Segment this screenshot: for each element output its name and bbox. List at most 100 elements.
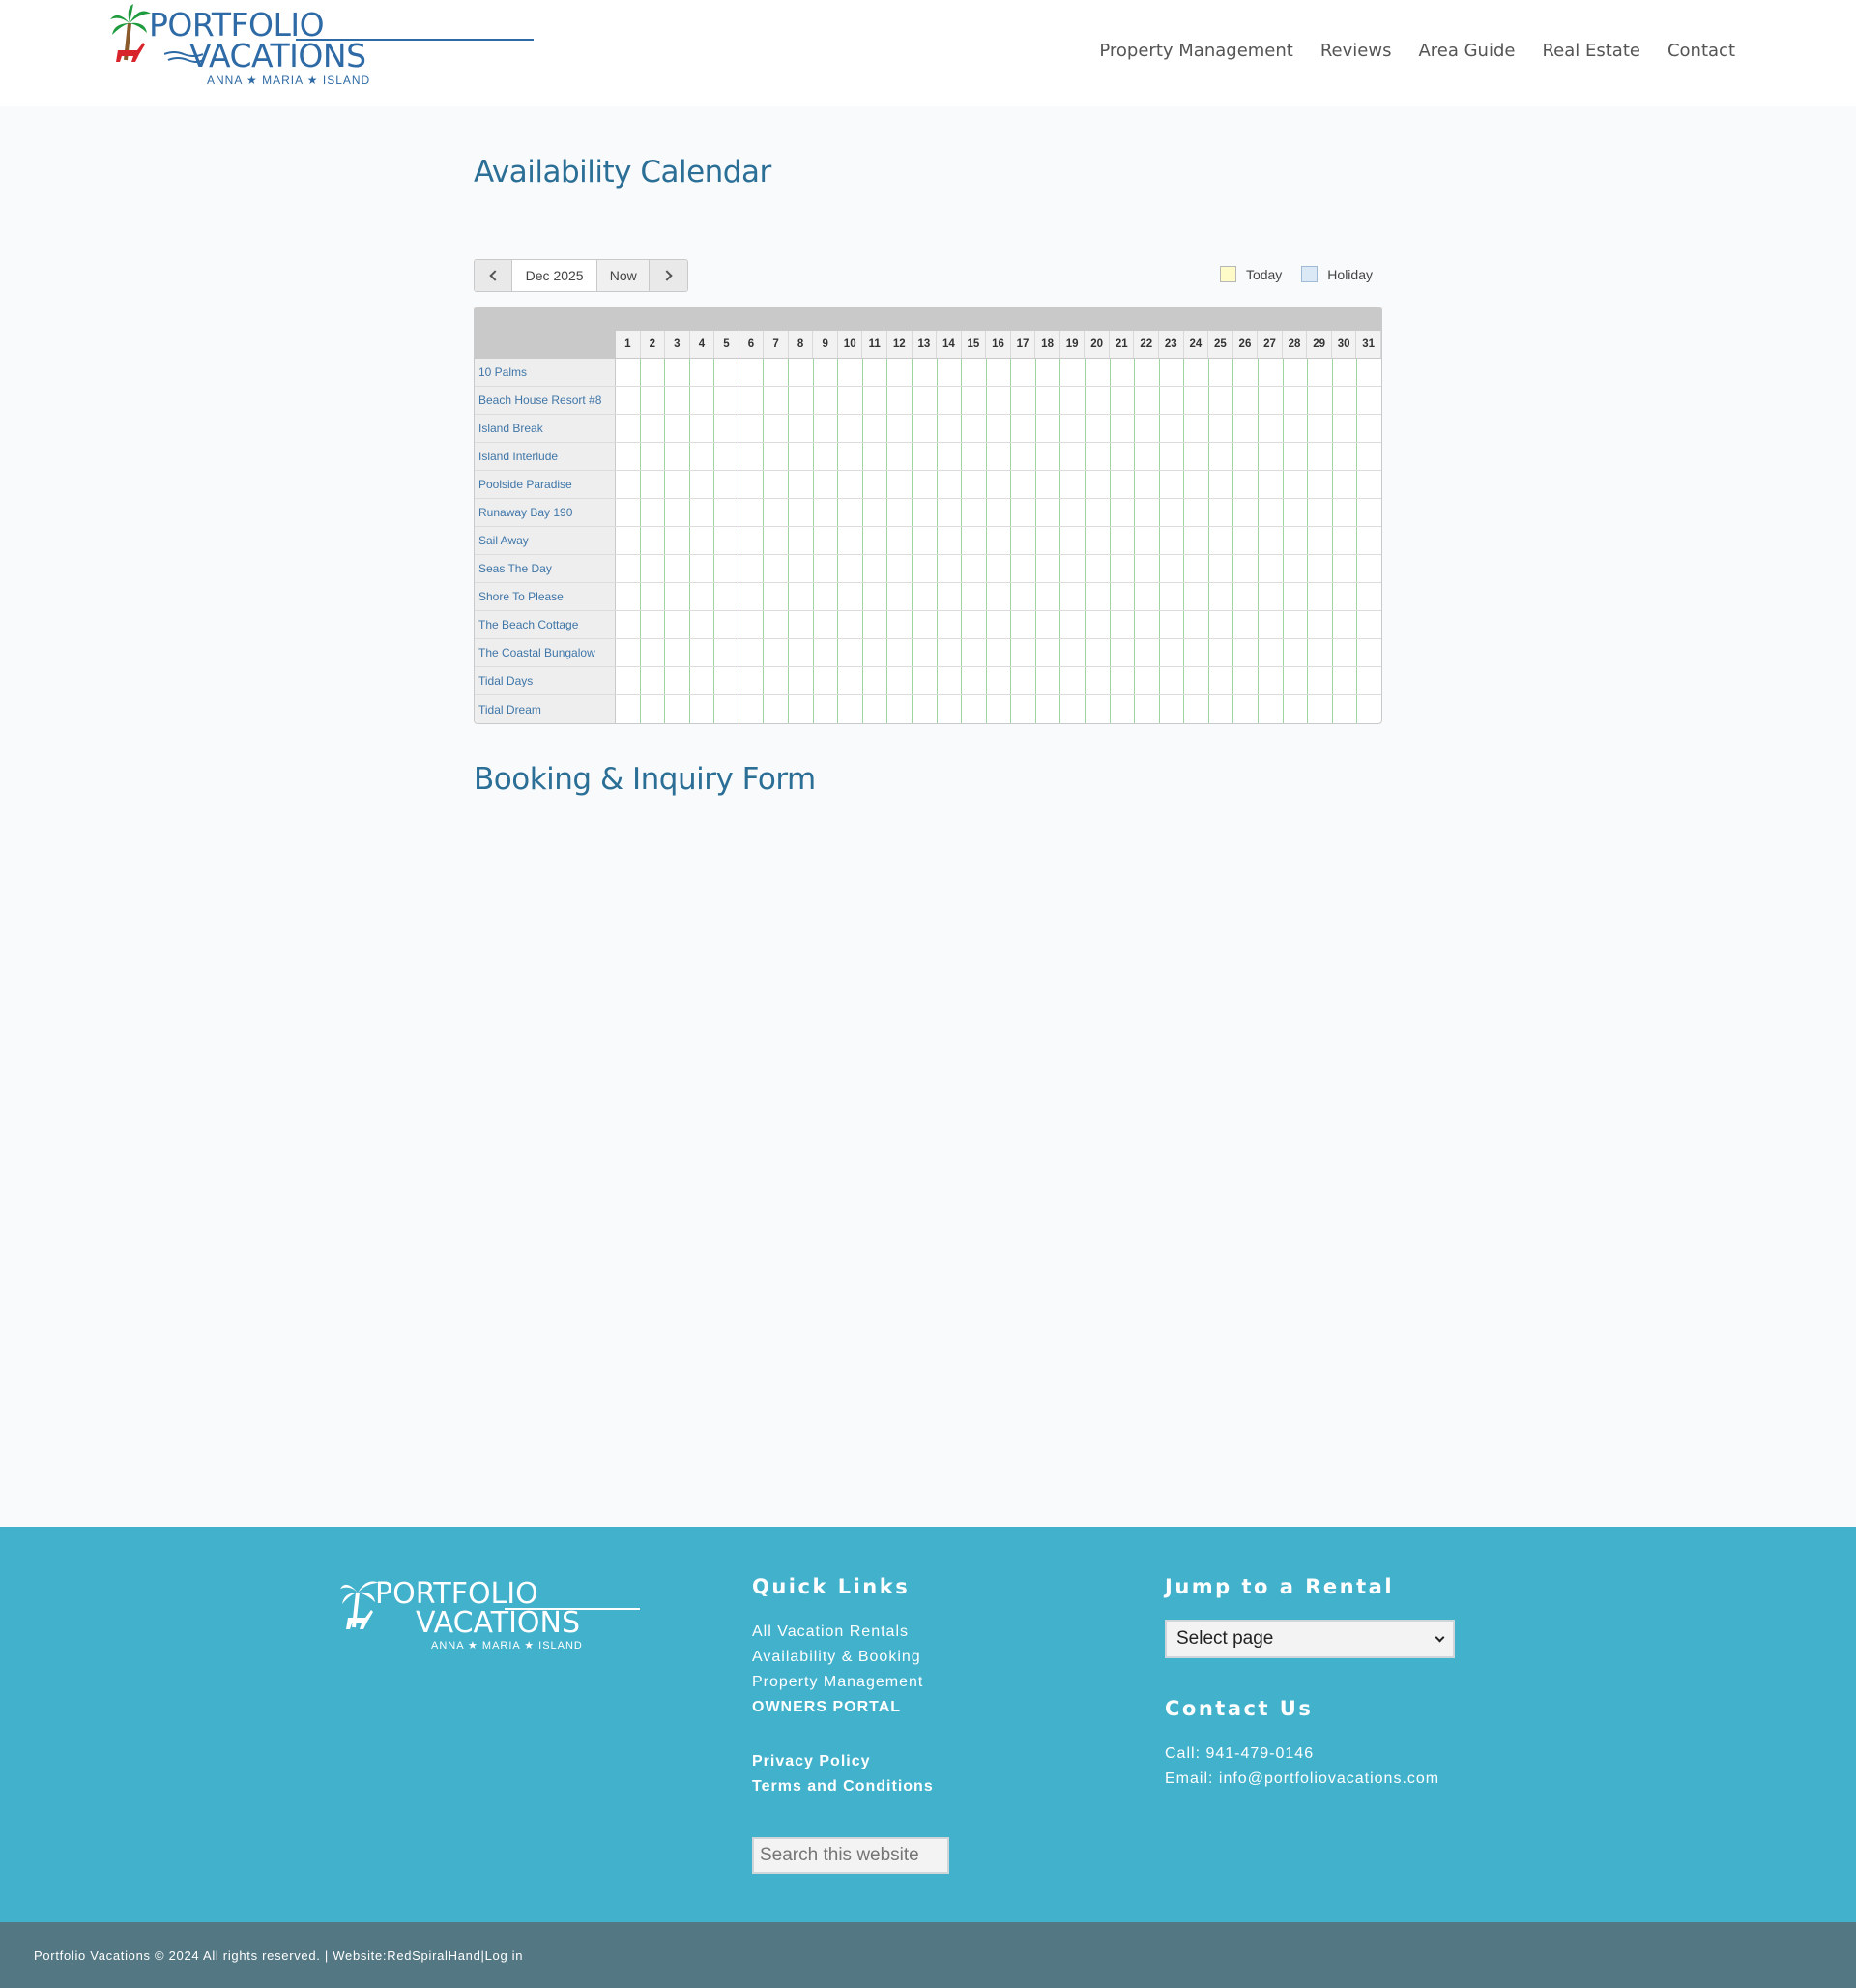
availability-cell[interactable] xyxy=(616,611,641,638)
availability-cell[interactable] xyxy=(1086,499,1111,526)
availability-cell[interactable] xyxy=(1111,443,1136,470)
link-property-management[interactable]: Property Management xyxy=(752,1670,934,1695)
availability-cell[interactable] xyxy=(1184,415,1209,442)
availability-cell[interactable] xyxy=(838,387,863,414)
availability-cell[interactable] xyxy=(1357,415,1381,442)
availability-cell[interactable] xyxy=(1259,415,1284,442)
rental-page-select[interactable]: Select page xyxy=(1165,1620,1455,1658)
property-name-link[interactable]: Tidal Days xyxy=(475,667,616,694)
availability-cell[interactable] xyxy=(1308,443,1333,470)
availability-cell[interactable] xyxy=(690,359,715,386)
availability-cell[interactable] xyxy=(1135,527,1160,554)
availability-cell[interactable] xyxy=(1011,359,1036,386)
availability-cell[interactable] xyxy=(1233,471,1260,498)
availability-cell[interactable] xyxy=(1135,555,1160,582)
availability-cell[interactable] xyxy=(1333,443,1358,470)
availability-cell[interactable] xyxy=(913,443,938,470)
availability-cell[interactable] xyxy=(616,387,641,414)
availability-cell[interactable] xyxy=(1060,415,1086,442)
availability-cell[interactable] xyxy=(887,611,913,638)
availability-cell[interactable] xyxy=(1209,611,1234,638)
availability-cell[interactable] xyxy=(1308,527,1333,554)
availability-cell[interactable] xyxy=(863,359,888,386)
availability-cell[interactable] xyxy=(690,555,715,582)
link-privacy-policy[interactable]: Privacy Policy xyxy=(752,1749,934,1774)
availability-cell[interactable] xyxy=(1333,555,1358,582)
availability-cell[interactable] xyxy=(690,583,715,610)
availability-cell[interactable] xyxy=(1060,499,1086,526)
availability-cell[interactable] xyxy=(1357,611,1381,638)
availability-cell[interactable] xyxy=(1308,555,1333,582)
availability-cell[interactable] xyxy=(789,415,814,442)
availability-cell[interactable] xyxy=(740,555,765,582)
availability-cell[interactable] xyxy=(1036,611,1061,638)
availability-cell[interactable] xyxy=(1135,359,1160,386)
availability-cell[interactable] xyxy=(1308,611,1333,638)
availability-cell[interactable] xyxy=(740,471,765,498)
availability-cell[interactable] xyxy=(641,667,666,694)
availability-cell[interactable] xyxy=(1233,415,1260,442)
availability-cell[interactable] xyxy=(764,695,790,723)
property-name-link[interactable]: Seas The Day xyxy=(475,555,616,582)
availability-cell[interactable] xyxy=(1111,359,1136,386)
availability-cell[interactable] xyxy=(938,667,963,694)
availability-cell[interactable] xyxy=(690,499,715,526)
availability-cell[interactable] xyxy=(616,667,641,694)
availability-cell[interactable] xyxy=(641,611,666,638)
availability-cell[interactable] xyxy=(740,527,765,554)
availability-cell[interactable] xyxy=(1160,583,1185,610)
availability-cell[interactable] xyxy=(1111,415,1136,442)
availability-cell[interactable] xyxy=(987,667,1012,694)
availability-cell[interactable] xyxy=(987,583,1012,610)
availability-cell[interactable] xyxy=(1036,359,1061,386)
availability-cell[interactable] xyxy=(1160,667,1185,694)
availability-cell[interactable] xyxy=(863,583,888,610)
availability-cell[interactable] xyxy=(1284,583,1309,610)
availability-cell[interactable] xyxy=(938,527,963,554)
availability-cell[interactable] xyxy=(1036,499,1061,526)
availability-cell[interactable] xyxy=(814,443,839,470)
availability-cell[interactable] xyxy=(838,415,863,442)
availability-cell[interactable] xyxy=(764,639,790,666)
availability-cell[interactable] xyxy=(938,471,963,498)
availability-cell[interactable] xyxy=(1233,387,1260,414)
availability-cell[interactable] xyxy=(740,695,765,723)
availability-cell[interactable] xyxy=(1135,583,1160,610)
availability-cell[interactable] xyxy=(616,583,641,610)
availability-cell[interactable] xyxy=(887,639,913,666)
property-name-link[interactable]: Sail Away xyxy=(475,527,616,554)
availability-cell[interactable] xyxy=(987,639,1012,666)
availability-cell[interactable] xyxy=(1160,611,1185,638)
availability-cell[interactable] xyxy=(838,359,863,386)
availability-cell[interactable] xyxy=(764,611,790,638)
availability-cell[interactable] xyxy=(1357,471,1381,498)
availability-cell[interactable] xyxy=(1086,695,1111,723)
availability-cell[interactable] xyxy=(913,639,938,666)
availability-cell[interactable] xyxy=(789,639,814,666)
availability-cell[interactable] xyxy=(690,415,715,442)
availability-cell[interactable] xyxy=(1184,583,1209,610)
availability-cell[interactable] xyxy=(1011,583,1036,610)
availability-cell[interactable] xyxy=(814,583,839,610)
availability-cell[interactable] xyxy=(913,471,938,498)
availability-cell[interactable] xyxy=(913,387,938,414)
availability-cell[interactable] xyxy=(863,555,888,582)
availability-cell[interactable] xyxy=(1333,387,1358,414)
availability-cell[interactable] xyxy=(1259,639,1284,666)
availability-cell[interactable] xyxy=(641,415,666,442)
availability-cell[interactable] xyxy=(887,415,913,442)
availability-cell[interactable] xyxy=(1060,639,1086,666)
availability-cell[interactable] xyxy=(665,695,690,723)
availability-cell[interactable] xyxy=(1357,555,1381,582)
nav-real-estate[interactable]: Real Estate xyxy=(1542,41,1640,61)
availability-cell[interactable] xyxy=(1284,415,1309,442)
availability-cell[interactable] xyxy=(714,387,740,414)
availability-cell[interactable] xyxy=(714,443,740,470)
availability-cell[interactable] xyxy=(962,359,987,386)
availability-cell[interactable] xyxy=(1111,583,1136,610)
availability-cell[interactable] xyxy=(814,471,839,498)
availability-cell[interactable] xyxy=(789,443,814,470)
availability-cell[interactable] xyxy=(962,555,987,582)
availability-cell[interactable] xyxy=(1011,667,1036,694)
availability-cell[interactable] xyxy=(1135,443,1160,470)
